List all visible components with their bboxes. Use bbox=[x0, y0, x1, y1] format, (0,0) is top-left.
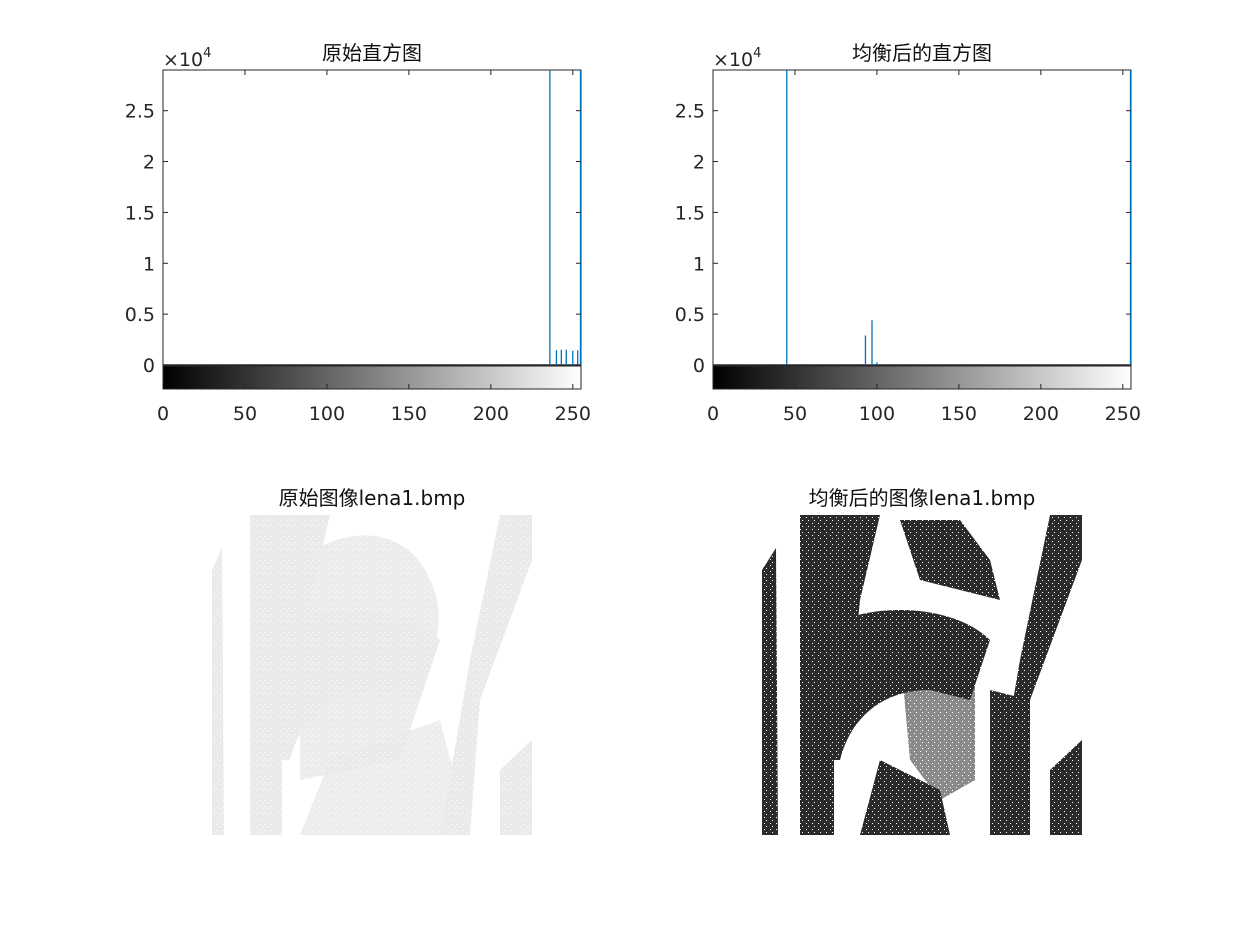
grayscale-colorbar bbox=[712, 365, 1132, 390]
y-exponent-base: ×10 bbox=[163, 49, 203, 71]
x-tick-label: 0 bbox=[707, 403, 719, 425]
y-tick-label: 0 bbox=[693, 355, 705, 377]
y-exponent-label: ×104 bbox=[163, 46, 211, 71]
y-tick-label: 1.5 bbox=[675, 202, 705, 224]
figure-canvas: 0 50 100 150 200 250 00.511.522.5 原始直方图 ×104 … bbox=[125, 41, 1141, 835]
x-tick-label: 100 bbox=[859, 403, 895, 425]
chart-title: 均衡后的直方图 bbox=[852, 41, 992, 65]
y-tick-label: 0.5 bbox=[675, 304, 705, 326]
y-tick-label: 1 bbox=[693, 253, 705, 275]
y-tick-label: 2.5 bbox=[675, 101, 705, 123]
x-tick-label: 50 bbox=[233, 403, 257, 425]
image-equalized bbox=[762, 515, 1082, 835]
y-tick-label: 0.5 bbox=[125, 304, 155, 326]
y-exponent-label: ×104 bbox=[713, 46, 761, 71]
grayscale-colorbar bbox=[162, 365, 582, 390]
x-tick-label: 0 bbox=[157, 403, 169, 425]
y-tick-label: 2 bbox=[693, 152, 705, 174]
x-tick-label: 150 bbox=[941, 403, 977, 425]
x-tick-label: 50 bbox=[783, 403, 807, 425]
image-title: 原始图像lena1.bmp bbox=[279, 486, 466, 510]
x-tick-label: 250 bbox=[1105, 403, 1141, 425]
histogram-equalized: 0 50 100 150 200 250 0 0.5 1 1.5 2 2.5 均衡后的直方图 ×10… bbox=[675, 41, 1141, 425]
y-exponent-power: 4 bbox=[203, 46, 211, 61]
y-tick-label: 2.5 bbox=[125, 101, 155, 123]
image-title: 均衡后的图像lena1.bmp bbox=[809, 486, 1036, 510]
y-tick-label: 0 bbox=[143, 355, 155, 377]
plot-area bbox=[712, 69, 1132, 390]
x-tick-label: 100 bbox=[309, 403, 345, 425]
chart-title: 原始直方图 bbox=[322, 41, 422, 65]
y-exponent-power: 4 bbox=[753, 46, 761, 61]
histogram-original: 0 50 100 150 200 250 0 0.5 1 1.5 2 2.5 原始直方图 ×104 bbox=[125, 41, 591, 425]
x-tick-label: 200 bbox=[473, 403, 509, 425]
y-exponent-base: ×10 bbox=[713, 49, 753, 71]
x-tick-label: 150 bbox=[391, 403, 427, 425]
x-tick-label: 200 bbox=[1023, 403, 1059, 425]
image-original-panel: 原始图像lena1.bmp bbox=[212, 486, 532, 835]
image-original bbox=[212, 515, 532, 835]
plot-area bbox=[162, 69, 582, 390]
y-tick-label: 1 bbox=[143, 253, 155, 275]
image-equalized-panel: 均衡后的图像lena1.bmp bbox=[762, 486, 1082, 835]
y-tick-label: 1.5 bbox=[125, 202, 155, 224]
y-tick-label: 2 bbox=[143, 152, 155, 174]
x-tick-label: 250 bbox=[555, 403, 591, 425]
